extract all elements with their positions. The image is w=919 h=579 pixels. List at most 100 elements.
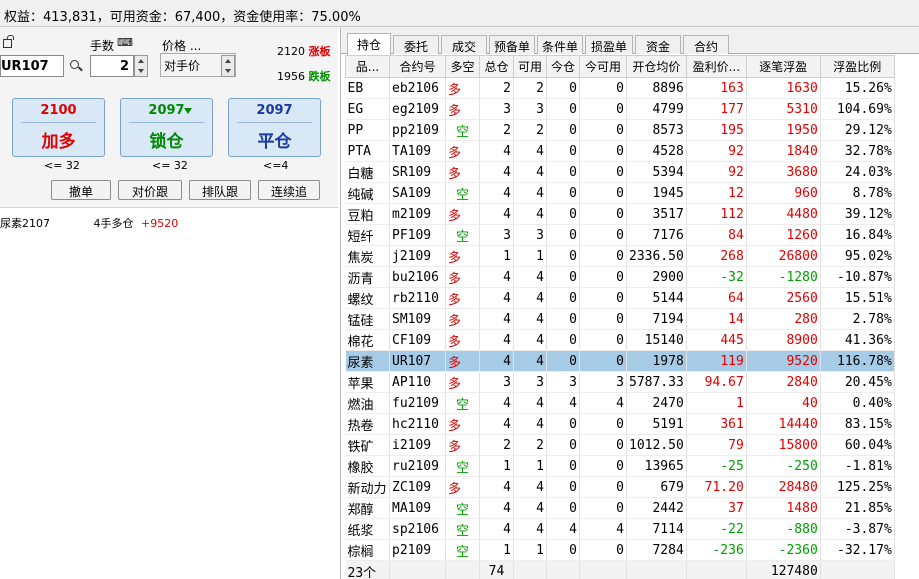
col-available-header[interactable]: 可用: [513, 55, 547, 78]
cell-profit-points: 163: [686, 77, 747, 99]
cell-available: 4: [513, 182, 547, 204]
table-row[interactable]: 纯碱 SA109 空 4 4 0 0 1945 12 960 8.78%: [345, 182, 895, 204]
cell-pnl-ratio: 41.36%: [820, 329, 895, 351]
col-name-header[interactable]: 品...: [345, 55, 390, 78]
table-row[interactable]: PP pp2109 空 2 2 0 0 8573 195 1950 29.12%: [345, 119, 895, 141]
cancel-order-button[interactable]: 撤单: [51, 180, 111, 200]
col-pnl-ratio-header[interactable]: 浮盈比例: [819, 55, 895, 78]
tab-conditional-orders[interactable]: 条件单: [537, 35, 583, 54]
add-long-button[interactable]: 2100 加多: [12, 98, 105, 157]
cell-pnl-ratio: 15.26%: [820, 77, 895, 99]
cell-profit-points: 361: [686, 413, 747, 435]
table-row[interactable]: 苹果 AP110 多 3 3 3 3 5787.33 94.67 2840 20.45%: [345, 371, 895, 393]
table-row[interactable]: PTA TA109 多 4 4 0 0 4528 92 1840 32.78%: [345, 140, 895, 162]
lock-position-button[interactable]: 2097 锁仓: [120, 98, 213, 157]
cell-open-avg: 5191: [626, 413, 687, 435]
cell-open-avg: 2442: [626, 497, 687, 519]
quantity-stepper[interactable]: [134, 55, 148, 77]
cell-open-avg: 7284: [626, 539, 687, 561]
account-status-text: 权益：413,831，可用资金：67,400，资金使用率：75.00%: [4, 10, 361, 25]
tab-funds[interactable]: 资金: [635, 35, 681, 54]
cell-float-pnl: 1260: [746, 224, 821, 246]
continuous-chase-button[interactable]: 连续追: [258, 180, 320, 200]
cell-profit-points: 119: [686, 350, 747, 372]
cell-float-pnl: 1950: [746, 119, 821, 141]
cell-today: 0: [546, 434, 580, 456]
col-float-pnl-header[interactable]: 逐笔浮盈: [745, 55, 821, 78]
limit-down-label: 跌板: [308, 70, 331, 83]
cell-name: 纯碱: [345, 182, 390, 204]
tab-trades[interactable]: 成交: [441, 35, 487, 54]
close-position-label: 平仓: [257, 132, 292, 152]
cell-today: 4: [546, 392, 580, 414]
cell-today-available: 0: [579, 245, 627, 267]
search-icon[interactable]: [70, 60, 79, 69]
table-row[interactable]: 沥青 bu2106 多 4 4 0 0 2900 -32 -1280 -10.87%: [345, 266, 895, 288]
table-row[interactable]: 螺纹 rb2110 多 4 4 0 0 5144 64 2560 15.51%: [345, 287, 895, 309]
cell-profit-points: -32: [686, 266, 747, 288]
table-row[interactable]: 尿素 UR107 多 4 4 0 0 1978 119 9520 116.78%: [345, 350, 895, 372]
table-row[interactable]: 纸浆 sp2106 空 4 4 4 4 7114 -22 -880 -3.87%: [345, 518, 895, 540]
table-row[interactable]: 白糖 SR109 多 4 4 0 0 5394 92 3680 24.03%: [345, 161, 895, 183]
cell-float-pnl: 960: [746, 182, 821, 204]
cell-profit-points: 112: [686, 203, 747, 225]
cell-name: EG: [345, 98, 390, 120]
cell-open-avg: 679: [626, 476, 687, 498]
keyboard-icon[interactable]: ⌨: [117, 36, 133, 49]
limit-up-indicator: 2120 涨板: [277, 43, 331, 59]
tab-prepared-orders[interactable]: 预备单: [489, 35, 535, 54]
cell-pnl-ratio: 21.85%: [820, 497, 895, 519]
tab-orders[interactable]: 委托: [393, 35, 439, 54]
cell-total: 2: [479, 434, 514, 456]
col-today-header[interactable]: 今仓: [546, 55, 580, 78]
follow-queue-price-button[interactable]: 排队跟: [189, 180, 251, 200]
cell-code: TA109: [389, 140, 446, 162]
col-direction-header[interactable]: 多空: [445, 55, 480, 78]
cell-available: 1: [513, 539, 547, 561]
tab-positions[interactable]: 持仓: [347, 33, 391, 55]
cell-available: 4: [513, 203, 547, 225]
cell-open-avg: 7194: [626, 308, 687, 330]
cell-total: 4: [479, 497, 514, 519]
table-row[interactable]: 新动力 ZC109 多 4 4 0 0 679 71.20 28480 125.25%: [345, 476, 895, 498]
table-row[interactable]: 郑醇 MA109 空 4 4 0 0 2442 37 1480 21.85%: [345, 497, 895, 519]
contract-code-input[interactable]: UR107: [0, 55, 64, 77]
cell-today: 0: [546, 140, 580, 162]
quantity-input[interactable]: 2: [90, 55, 134, 77]
table-row[interactable]: EG eg2109 多 3 3 0 0 4799 177 5310 104.69%: [345, 98, 895, 120]
price-stepper[interactable]: [221, 55, 235, 77]
table-row[interactable]: 棉花 CF109 多 4 4 0 0 15140 445 8900 41.36%: [345, 329, 895, 351]
table-row[interactable]: 铁矿 i2109 多 2 2 0 0 1012.50 79 15800 60.04%: [345, 434, 895, 456]
table-row[interactable]: 热卷 hc2110 多 4 4 0 0 5191 361 14440 83.15%: [345, 413, 895, 435]
cell-direction: 空: [445, 119, 480, 141]
table-row[interactable]: 燃油 fu2109 空 4 4 4 4 2470 1 40 0.40%: [345, 392, 895, 414]
table-row[interactable]: 焦炭 j2109 多 1 1 0 0 2336.50 268 26800 95.02%: [345, 245, 895, 267]
col-total-header[interactable]: 总仓: [479, 55, 514, 78]
table-row[interactable]: 棕榈 p2109 空 1 1 0 0 7284 -236 -2360 -32.17%: [345, 539, 895, 561]
cell-pnl-ratio: 39.12%: [820, 203, 895, 225]
table-row[interactable]: 锰硅 SM109 多 4 4 0 0 7194 14 280 2.78%: [345, 308, 895, 330]
close-position-button[interactable]: 2097 平仓: [228, 98, 321, 157]
follow-counter-price-button[interactable]: 对价跟: [118, 180, 182, 200]
cell-name: EB: [345, 77, 390, 99]
cell-open-avg: 8573: [626, 119, 687, 141]
col-profit-points-header[interactable]: 盈利价...: [685, 55, 747, 78]
table-row[interactable]: EB eb2106 多 2 2 0 0 8896 163 1630 15.26%: [345, 77, 895, 99]
table-row[interactable]: 橡胶 ru2109 空 1 1 0 0 13965 -25 -250 -1.81%: [345, 455, 895, 477]
tab-stop-profit-loss[interactable]: 损盈单: [585, 35, 633, 54]
table-row[interactable]: 豆粕 m2109 多 4 4 0 0 3517 112 4480 39.12%: [345, 203, 895, 225]
cell-available: 4: [513, 329, 547, 351]
price-down-arrow-icon: [184, 108, 192, 114]
cell-profit-points: 64: [686, 287, 747, 309]
cell-today: 0: [546, 497, 580, 519]
tab-contracts[interactable]: 合约: [683, 35, 729, 54]
col-code-header[interactable]: 合约号: [389, 55, 446, 78]
col-open-avg-header[interactable]: 开仓均价: [626, 55, 687, 78]
cell-total: 1: [479, 539, 514, 561]
cell-name: PTA: [345, 140, 390, 162]
price-label[interactable]: 价格 ...: [162, 37, 201, 54]
lock-icon[interactable]: [3, 35, 14, 48]
cell-open-avg: 4799: [626, 98, 687, 120]
col-today-available-header[interactable]: 今可用: [579, 55, 627, 78]
table-row[interactable]: 短纤 PF109 空 3 3 0 0 7176 84 1260 16.84%: [345, 224, 895, 246]
